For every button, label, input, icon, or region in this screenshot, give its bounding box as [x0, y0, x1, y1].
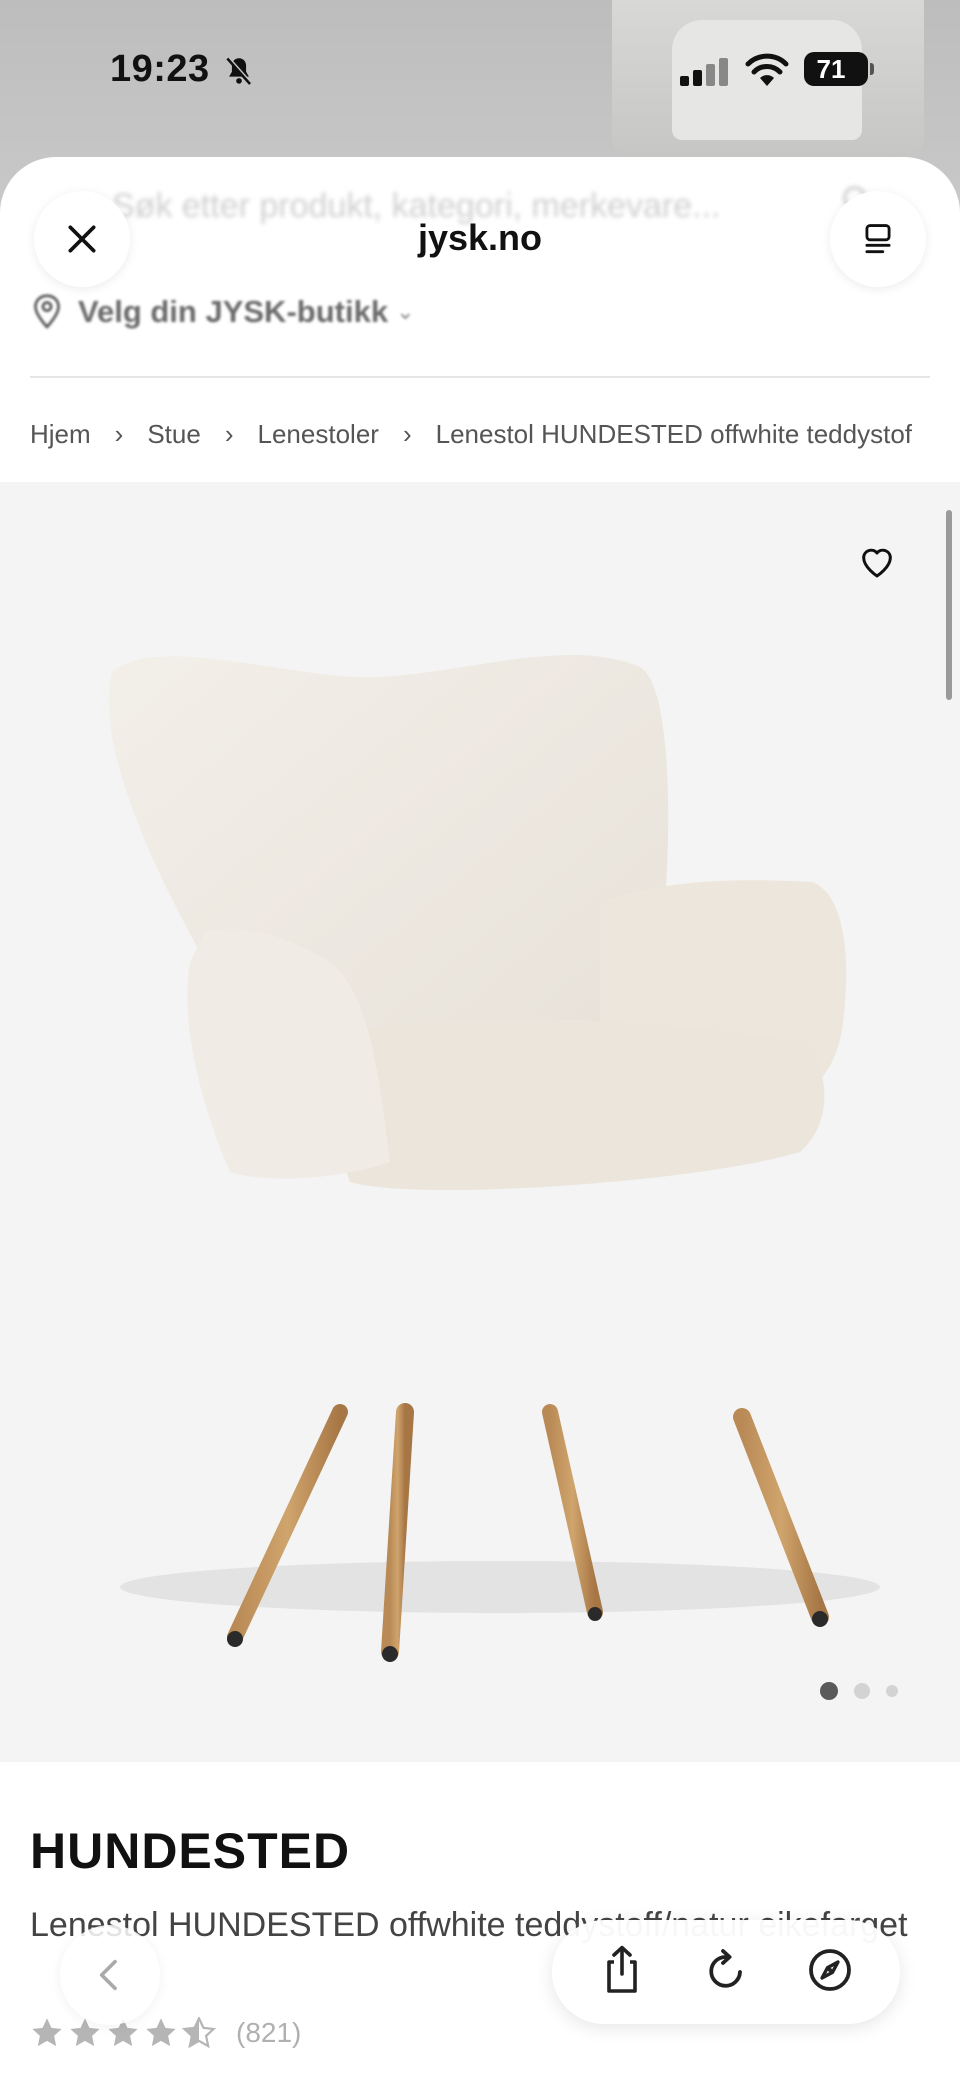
site-domain-title: jysk.no: [417, 217, 543, 258]
battery-indicator: 71: [804, 52, 874, 86]
scrollbar[interactable]: [946, 510, 952, 700]
reader-mode-button[interactable]: [830, 191, 926, 287]
reader-icon: [865, 224, 891, 254]
battery-level: 71: [816, 53, 846, 84]
browser-toolbar: [552, 1920, 900, 2024]
breadcrumb-separator-icon: ›: [402, 419, 412, 449]
product-image-armchair: [108, 654, 880, 1662]
gallery-pagination: [820, 1682, 898, 1700]
divider: [30, 376, 930, 378]
breadcrumb-item-stue[interactable]: Stue: [147, 419, 201, 450]
review-count: (821): [236, 2017, 302, 2048]
reload-button[interactable]: [702, 1946, 750, 1999]
share-button[interactable]: [598, 1944, 646, 2001]
breadcrumb-item-lenestoler[interactable]: Lenestoler: [258, 419, 379, 450]
gallery-dot-active[interactable]: [820, 1682, 838, 1700]
breadcrumb-separator-icon: ›: [224, 419, 234, 449]
store-selector-label: Velg din JYSK-butikk: [78, 294, 389, 329]
breadcrumb-separator-icon: ›: [114, 419, 124, 449]
star-icon: [32, 2018, 62, 2047]
status-time: 19:23: [110, 48, 210, 90]
product-rating[interactable]: (821): [30, 2017, 301, 2049]
product-image-gallery[interactable]: [0, 482, 960, 1762]
location-pin-icon: [34, 294, 60, 329]
back-button[interactable]: [60, 1925, 160, 2025]
star-half-icon: [182, 2017, 216, 2049]
star-icon: [146, 2018, 176, 2047]
share-icon: [607, 1945, 637, 1993]
gallery-dot[interactable]: [886, 1685, 898, 1697]
cellular-signal-icon: [680, 58, 732, 91]
chevron-left-icon: [99, 1959, 117, 1991]
gallery-dot[interactable]: [854, 1683, 870, 1699]
compass-button[interactable]: [806, 1946, 854, 1999]
store-selector[interactable]: Velg din JYSK-butikk ⌄: [30, 293, 415, 331]
bell-slash-icon: [222, 54, 256, 93]
breadcrumb-item-current: Lenestol HUNDESTED offwhite teddystof: [435, 419, 913, 449]
chevron-down-icon: ⌄: [396, 299, 415, 324]
browser-sheet: Søk etter produkt, kategori, merkevare..…: [0, 157, 960, 2086]
compass-icon: [809, 1948, 851, 1991]
breadcrumb: Hjem › Stue › Lenestoler › Lenestol HUND…: [30, 419, 912, 450]
breadcrumb-item-hjem[interactable]: Hjem: [30, 419, 91, 450]
wifi-icon: [744, 52, 790, 93]
reload-icon: [709, 1948, 742, 1988]
product-brand-title: HUNDESTED: [30, 1823, 351, 1879]
